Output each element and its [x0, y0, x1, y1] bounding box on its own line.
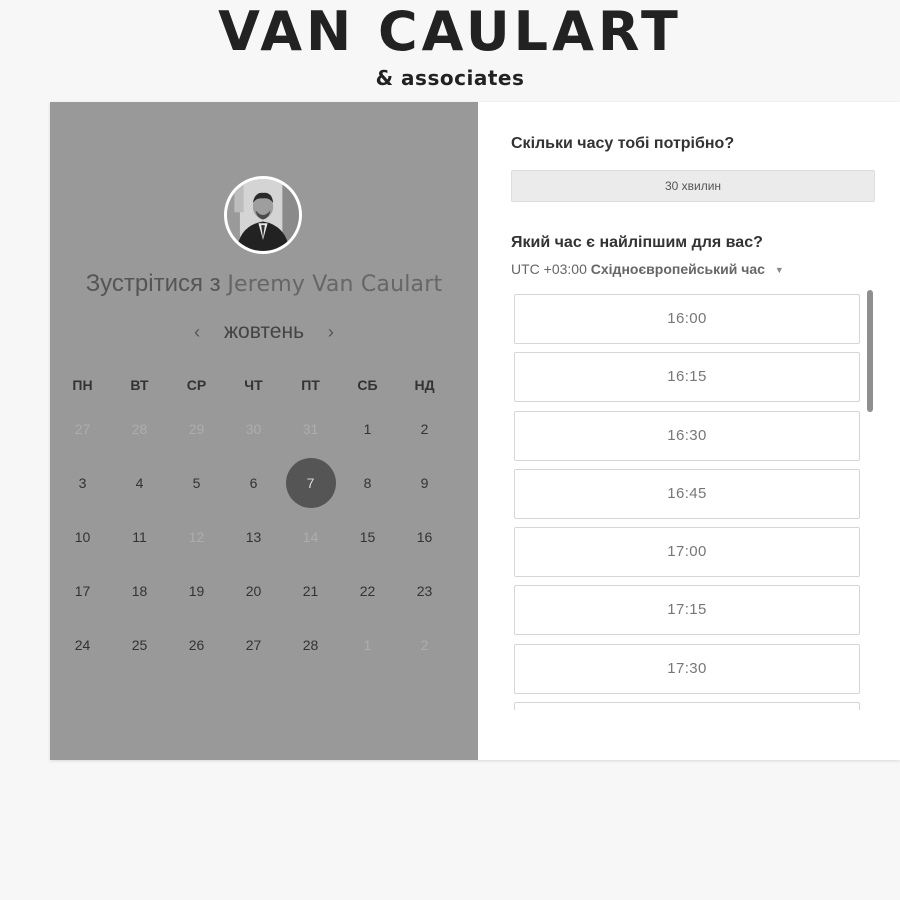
meeting-title: Зустрітися з Jeremy Van Caulart [50, 270, 478, 298]
calendar-day[interactable]: 9 [396, 456, 453, 510]
calendar-day[interactable]: 20 [225, 564, 282, 618]
calendar-day[interactable]: 6 [225, 456, 282, 510]
calendar-panel: Зустрітися з Jeremy Van Caulart ‹ жовтен… [50, 102, 478, 760]
time-slot-button[interactable] [514, 702, 860, 710]
calendar-day[interactable]: 27 [225, 618, 282, 672]
brand-title: VAN CAULART [218, 0, 682, 63]
timezone-select[interactable]: UTC +03:00 Східноєвропейський час ▼ [511, 261, 784, 277]
weekday-label: ЧТ [244, 377, 263, 393]
calendar-day[interactable]: 25 [111, 618, 168, 672]
calendar-days: 27 28 29 30 31 1 2 3 4 5 6 7 8 9 10 11 12 13 14 15 16 17 18 19 2… [54, 402, 478, 672]
calendar-week-row: 3456789 [54, 456, 478, 510]
time-slot-button[interactable]: 16:00 [514, 294, 860, 344]
calendar-grid: ПН ВТ СР ЧТ ПТ СБ НД 27 28 29 30 31 1 2 3 4 5 6 7 8 9 10 11 12… [54, 368, 478, 672]
calendar-day[interactable]: 17 [54, 564, 111, 618]
calendar-day[interactable]: 18 [111, 564, 168, 618]
meet-prefix: Зустрітися з [85, 270, 221, 297]
month-label: жовтень [223, 320, 305, 343]
calendar-day[interactable]: 24 [54, 618, 111, 672]
calendar-day: 30 [245, 421, 262, 437]
time-slot-button[interactable]: 16:45 [514, 468, 860, 519]
calendar-day: 14 [302, 529, 319, 545]
calendar-day[interactable]: 11 [111, 510, 168, 564]
calendar-day[interactable]: 22 [339, 564, 396, 618]
person-photo-icon [224, 176, 302, 254]
weekday-header: ПН ВТ СР ЧТ ПТ СБ НД [54, 368, 478, 402]
calendar-day[interactable]: 16 [396, 510, 453, 564]
calendar-day: 2 [420, 637, 429, 653]
calendar-day-selected[interactable]: 7 [282, 456, 339, 510]
host-name: Jeremy Van Caulart [227, 272, 443, 297]
calendar-day[interactable]: 3 [54, 456, 111, 510]
brand-subtitle: & associates [375, 66, 525, 90]
calendar-day[interactable]: 4 [111, 456, 168, 510]
calendar-day: 12 [188, 529, 205, 545]
calendar-day[interactable]: 2 [396, 402, 453, 456]
brand-header: VAN CAULART & associates [0, 0, 900, 100]
weekday-label: НД [414, 377, 435, 393]
calendar-week-row: 27 28 29 30 31 1 2 [54, 402, 478, 456]
calendar-day[interactable]: 5 [168, 456, 225, 510]
time-slot-button[interactable]: 17:00 [514, 527, 860, 578]
calendar-week-row: 10 11 12 13 14 15 16 [54, 510, 478, 564]
calendar-day[interactable]: 10 [54, 510, 111, 564]
time-question: Який час є найліпшим для вас? [511, 234, 763, 251]
time-slot-button[interactable]: 16:15 [514, 352, 860, 403]
calendar-day[interactable]: 23 [396, 564, 453, 618]
timezone-offset: UTC +03:00 [511, 261, 587, 277]
calendar-day: 31 [302, 421, 319, 437]
selected-day-marker: 7 [285, 458, 336, 508]
chevron-down-icon: ▼ [774, 265, 784, 276]
calendar-day[interactable]: 26 [168, 618, 225, 672]
time-panel: Скільки часу тобі потрібно? 30 хвилин Як… [478, 102, 900, 760]
calendar-day: 28 [131, 421, 148, 437]
weekday-label: ВТ [130, 377, 149, 393]
calendar-day[interactable]: 28 [282, 618, 339, 672]
time-slot-button[interactable]: 16:30 [514, 410, 860, 461]
duration-question: Скільки часу тобі потрібно? [511, 135, 735, 152]
weekday-label: ПТ [301, 377, 320, 393]
next-month-icon[interactable]: › [320, 322, 342, 343]
duration-select[interactable]: 30 хвилин [511, 170, 875, 202]
calendar-week-row: 17 18 19 20 21 22 23 [54, 564, 478, 618]
calendar-day: 1 [363, 637, 372, 653]
calendar-day: 29 [188, 421, 205, 437]
weekday-label: СР [186, 377, 207, 393]
time-slot-button[interactable]: 17:30 [514, 643, 860, 694]
calendar-day[interactable]: 8 [339, 456, 396, 510]
calendar-day[interactable]: 15 [339, 510, 396, 564]
month-navigation: ‹ жовтень › [50, 320, 478, 344]
calendar-day[interactable]: 1 [339, 402, 396, 456]
prev-month-icon[interactable]: ‹ [186, 322, 208, 343]
calendar-week-row: 24 25 26 27 28 1 2 [54, 618, 478, 672]
time-slot-button[interactable]: 17:15 [514, 585, 860, 636]
scheduler-card: Зустрітися з Jeremy Van Caulart ‹ жовтен… [50, 102, 900, 760]
weekday-label: ПН [72, 377, 93, 393]
calendar-day[interactable]: 13 [225, 510, 282, 564]
weekday-label: СБ [357, 377, 378, 393]
calendar-day[interactable]: 19 [168, 564, 225, 618]
calendar-day: 27 [74, 421, 91, 437]
timezone-name: Східноєвропейський час [590, 261, 765, 277]
calendar-day[interactable]: 21 [282, 564, 339, 618]
slots-scrollbar[interactable] [867, 290, 873, 412]
time-slot-list: 16:00 16:15 16:30 16:45 17:00 17:15 17:30 [514, 294, 860, 710]
